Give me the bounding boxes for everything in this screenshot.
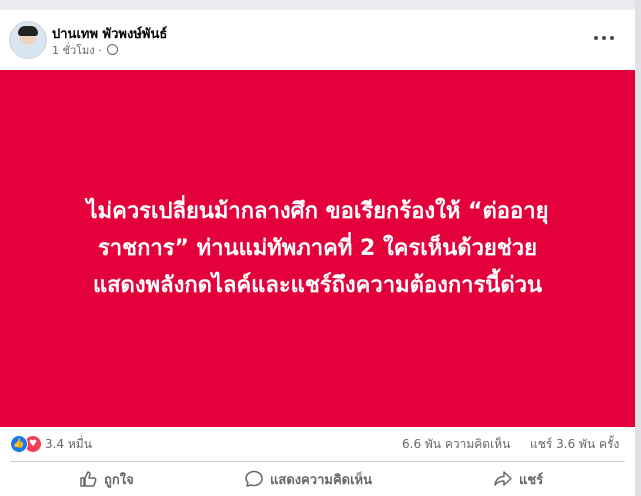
post-banner[interactable]: ไม่ควรเปลี่ยนม้ากลางศึก ขอเรียกร้องให้ “… xyxy=(0,70,635,427)
post-time[interactable]: 1 ชั่วโมง xyxy=(52,44,95,57)
share-label: แชร์ xyxy=(519,472,544,488)
like-label: ถูกใจ xyxy=(104,472,134,488)
banner-text: ไม่ควรเปลี่ยนม้ากลางศึก ขอเรียกร้องให้ “… xyxy=(86,199,549,298)
share-icon xyxy=(494,471,512,486)
share-button[interactable]: แชร์ xyxy=(493,464,543,494)
thumbs-up-icon[interactable]: 👍 xyxy=(10,435,28,453)
post-header: ปานเทพ พัวพงษ์พันธ์ 1 ชั่วโมง · xyxy=(0,10,635,70)
scrollbar[interactable] xyxy=(635,0,641,496)
comment-label: แสดงความคิดเห็น xyxy=(270,472,373,488)
reaction-count[interactable]: 3.4 หมื่น xyxy=(45,435,92,454)
meta-separator: · xyxy=(98,44,102,57)
globe-icon xyxy=(107,44,119,55)
share-count[interactable]: แชร์ 3.6 พัน ครั้ง xyxy=(530,435,619,454)
divider xyxy=(10,461,625,462)
author-avatar[interactable] xyxy=(9,21,47,59)
like-button[interactable]: ถูกใจ xyxy=(78,464,134,494)
comment-icon xyxy=(245,470,263,487)
comment-count[interactable]: 6.6 พัน ความคิดเห็น xyxy=(402,435,510,454)
post-stats: 👍 ♥ 3.4 หมื่น 6.6 พัน ความคิดเห็น แชร์ 3… xyxy=(0,430,635,456)
like-icon xyxy=(80,471,97,487)
more-options-icon[interactable] xyxy=(592,30,616,46)
post-actions: ถูกใจ แสดงความคิดเห็น แชร์ xyxy=(0,464,635,496)
post-meta: 1 ชั่วโมง · xyxy=(52,41,119,59)
comment-button[interactable]: แสดงความคิดเห็น xyxy=(244,464,372,494)
post-card: ปานเทพ พัวพงษ์พันธ์ 1 ชั่วโมง · ไม่ควรเป… xyxy=(0,10,635,496)
